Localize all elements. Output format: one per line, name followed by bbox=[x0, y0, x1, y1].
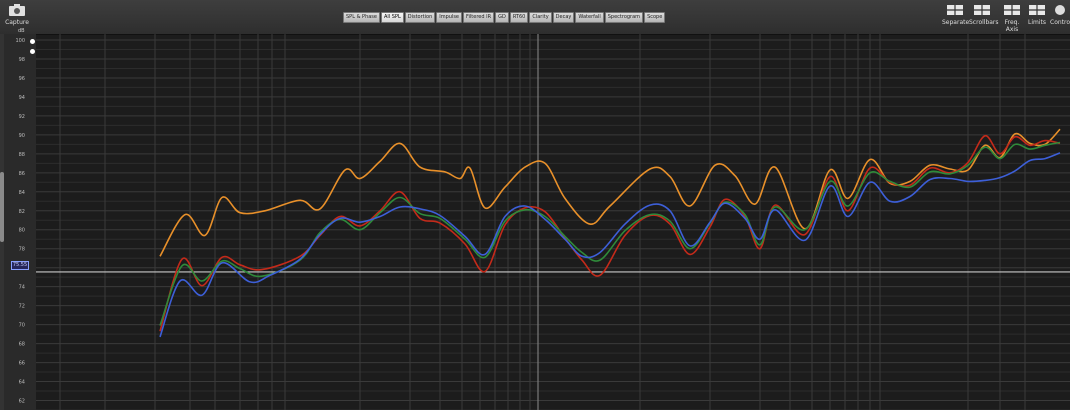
scrollbars-icon bbox=[974, 5, 990, 15]
scrollbars-button[interactable]: Scrollbars bbox=[969, 3, 999, 26]
tab-distortion[interactable]: Distortion bbox=[404, 12, 436, 23]
y-axis-unit: dB bbox=[18, 28, 25, 34]
y-tick-label: 82 bbox=[19, 209, 25, 215]
y-tick-label: 70 bbox=[19, 323, 25, 329]
y-tick-label: 74 bbox=[19, 285, 25, 291]
separate-label: Separate bbox=[942, 19, 970, 26]
capture-label: Capture bbox=[5, 19, 29, 26]
y-tick-label: 94 bbox=[19, 95, 25, 101]
y-tick-label: 78 bbox=[19, 247, 25, 253]
y-tick-label: 92 bbox=[19, 114, 25, 120]
cursor-value-label: 75.55 bbox=[11, 261, 29, 270]
scrollbars-label: Scrollbars bbox=[969, 19, 999, 26]
freq-axis-label: Freq. Axis bbox=[1004, 19, 1020, 33]
separate-button[interactable]: Separate bbox=[942, 3, 970, 26]
y-tick-label: 84 bbox=[19, 190, 25, 196]
tab-filtered-ir[interactable]: Filtered IR bbox=[463, 12, 495, 23]
tab-all-spl[interactable]: All SPL bbox=[380, 12, 404, 23]
controls-button[interactable]: Controls bbox=[1050, 3, 1070, 26]
graph-tabs: SPL & Phase All SPL Distortion Impulse Filte… bbox=[343, 12, 666, 23]
y-tick-label: 80 bbox=[19, 228, 25, 234]
y-tick-label: 66 bbox=[19, 361, 25, 367]
marker-dot[interactable] bbox=[30, 49, 35, 54]
toolbar: Capture SPL & Phase All SPL Distortion Impu… bbox=[0, 0, 1070, 35]
spl-trace-blue bbox=[159, 152, 1061, 338]
y-tick-label: 68 bbox=[19, 342, 25, 348]
tab-impulse[interactable]: Impulse bbox=[436, 12, 463, 23]
limits-label: Limits bbox=[1028, 19, 1046, 26]
y-tick-labels: 1009896949290888684828078767472706866646… bbox=[15, 38, 25, 405]
tab-gd[interactable]: GD bbox=[495, 12, 509, 23]
separate-icon bbox=[947, 5, 963, 15]
freq-axis-icon bbox=[1004, 5, 1020, 15]
tab-spectrogram[interactable]: Spectrogram bbox=[604, 12, 644, 23]
y-tick-label: 98 bbox=[19, 57, 25, 63]
tab-scope[interactable]: Scope bbox=[644, 12, 666, 23]
tab-spl-phase[interactable]: SPL & Phase bbox=[343, 12, 380, 23]
tab-decay[interactable]: Decay bbox=[552, 12, 575, 23]
limits-icon bbox=[1029, 5, 1045, 15]
y-tick-label: 72 bbox=[19, 304, 25, 310]
tab-waterfall[interactable]: Waterfall bbox=[575, 12, 604, 23]
y-tick-label: 62 bbox=[19, 399, 25, 405]
camera-icon bbox=[9, 4, 25, 16]
marker-dot[interactable] bbox=[30, 39, 35, 44]
tab-clarity[interactable]: Clarity bbox=[529, 12, 552, 23]
y-tick-label: 88 bbox=[19, 152, 25, 158]
limits-button[interactable]: Limits bbox=[1026, 3, 1048, 26]
spl-plot[interactable]: 1009896949290888684828078767472706866646… bbox=[0, 34, 1070, 410]
controls-label: Controls bbox=[1050, 19, 1070, 26]
tab-rt60[interactable]: RT60 bbox=[509, 12, 529, 23]
y-tick-label: 96 bbox=[19, 76, 25, 82]
y-tick-label: 64 bbox=[19, 380, 25, 386]
capture-button[interactable]: Capture bbox=[0, 3, 34, 26]
freq-axis-button[interactable]: Freq. Axis bbox=[998, 3, 1026, 33]
y-tick-label: 86 bbox=[19, 171, 25, 177]
y-tick-label: 90 bbox=[19, 133, 25, 139]
spl-trace-red bbox=[159, 135, 1061, 332]
spl-trace-orange bbox=[159, 128, 1061, 257]
spl-trace-green bbox=[159, 141, 1061, 326]
controls-icon bbox=[1055, 5, 1065, 15]
y-tick-label: 100 bbox=[15, 38, 25, 44]
